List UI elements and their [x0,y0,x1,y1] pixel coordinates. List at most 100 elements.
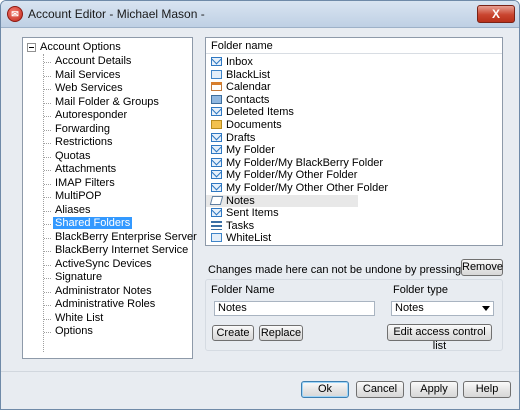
tree-item-mail-services[interactable]: Mail Services [23,69,192,83]
folder-row[interactable]: Tasks [206,220,502,233]
tree-item-label: BlackBerry Enterprise Server [55,230,197,243]
tree-root-account-options[interactable]: Account Options [27,40,121,54]
tree-item-label: Administrative Roles [55,298,156,310]
mail-icon [211,182,222,192]
folder-row[interactable]: Documents [206,119,502,132]
folder-name-text: My Folder/My BlackBerry Folder [226,156,384,169]
remove-button[interactable]: Remove [461,259,503,276]
tree-item-label: BlackBerry Internet Service [55,244,189,256]
mail-icon [211,208,222,218]
column-header-folder-name[interactable]: Folder name [206,38,502,54]
tree-item-white-list[interactable]: White List [23,312,192,326]
folder-name-text: My Folder [226,144,275,157]
tree-item-restrictions[interactable]: Restrictions [23,136,192,150]
tree-item-label: Mail Services [55,68,121,81]
mail-icon [211,132,222,142]
folder-row[interactable]: My Folder/My Other Folder [206,169,502,182]
title-bar[interactable]: ✉ Account Editor - Michael Mason - X [1,1,519,28]
folder-name-text: Calendar [226,81,271,94]
notes-icon [209,195,224,205]
tree-item-shared-folders[interactable]: Shared Folders [23,217,192,231]
tree-item-imap-filters[interactable]: IMAP Filters [23,177,192,191]
tree-item-account-details[interactable]: Account Details [23,55,192,69]
folder-name-text: BlackList [226,68,271,81]
tree-item-label: MultiPOP [55,190,102,202]
folder-name-text: Inbox [226,56,253,68]
tree-item-label: Administrator Notes [55,284,152,297]
tree-item-label: IMAP Filters [55,176,115,189]
folder-row[interactable]: My Folder [206,144,502,157]
tree-item-administrative-roles[interactable]: Administrative Roles [23,298,192,312]
documents-icon [211,119,222,129]
folder-name-text: Contacts [226,93,270,106]
mail-icon [211,57,222,66]
folder-row[interactable]: Drafts [206,132,502,145]
collapse-icon[interactable] [27,42,36,52]
folder-name-text: WhiteList [226,232,272,245]
tree-items: Account Details Mail Services Web Services… [23,55,197,339]
tree-item-blackberry-internet-service[interactable]: BlackBerry Internet Service [23,244,192,258]
tree-item-web-services[interactable]: Web Services [23,82,192,96]
tree-item-attachments[interactable]: Attachments [23,163,192,177]
tree-item-label: Quotas [55,149,91,162]
folder-name-label: Folder Name [211,284,275,296]
tree-item-administrator-notes[interactable]: Administrator Notes [23,285,192,299]
tree-item-label: Web Services [55,82,123,94]
mail-icon [211,107,222,117]
tree-item-label: ActiveSync Devices [55,257,152,270]
folder-row[interactable]: Sent Items [206,207,502,220]
window-title: Account Editor - Michael Mason - [28,7,205,21]
close-button[interactable]: X [477,5,515,23]
tree-item-aliases[interactable]: Aliases [23,204,192,218]
folder-name-text: Documents [226,118,282,131]
folder-type-select[interactable]: Notes [391,301,494,316]
folder-type-label: Folder type [393,284,449,296]
folder-row[interactable]: Contacts [206,94,502,107]
folder-name-text: Sent Items [226,207,279,220]
folder-row[interactable]: Inbox [206,56,502,69]
tree-item-label: Shared Folders [53,217,133,229]
dropdown-arrow-icon [482,306,490,311]
tree-item-activesync-devices[interactable]: ActiveSync Devices [23,258,192,272]
folder-row[interactable]: Calendar [206,81,502,94]
tree-item-multipop[interactable]: MultiPOP [23,190,192,204]
edit-acl-button[interactable]: Edit access control list [387,324,492,352]
tree-item-blackberry-enterprise-server[interactable]: BlackBerry Enterprise Server [23,231,197,245]
folder-name-text: My Folder/My Other Other Folder [226,181,388,194]
ok-button[interactable]: Ok [301,381,349,398]
tasks-icon [211,220,222,230]
tree-item-label: Autoresponder [55,109,128,121]
tree-item-options[interactable]: Options [23,325,192,339]
folder-row[interactable]: BlackList [206,69,502,82]
tree-item-mail-folder-groups[interactable]: Mail Folder & Groups [23,96,192,110]
tree-item-signature[interactable]: Signature [23,271,192,285]
folder-row[interactable]: My Folder/My Other Other Folder [206,182,502,195]
contacts-icon [211,94,222,104]
tree-item-forwarding[interactable]: Forwarding [23,123,192,137]
options-tree[interactable]: Account Options Account Details Mail Serv… [22,37,197,359]
folder-name-input[interactable]: Notes [214,301,375,316]
tree-item-label: Mail Folder & Groups [55,95,159,108]
footer-separator [1,371,519,372]
folder-row[interactable]: Deleted Items [206,106,502,119]
account-editor-window: ✉ Account Editor - Michael Mason - X Acc… [0,0,520,410]
tree-item-label: Signature [55,271,103,283]
folder-name-text: Drafts [226,131,256,144]
folder-list[interactable]: Folder name Inbox BlackList Calendar Contac… [205,37,503,246]
help-button[interactable]: Help [463,381,511,398]
create-button[interactable]: Create [212,325,254,341]
folder-row[interactable]: WhiteList [206,232,502,245]
folder-row[interactable]: My Folder/My BlackBerry Folder [206,157,502,170]
folder-name-text: Deleted Items [226,106,294,119]
tree-item-quotas[interactable]: Quotas [23,150,192,164]
folder-icon [211,233,222,243]
folder-row[interactable]: Notes [206,194,358,208]
folder-rows: Inbox BlackList Calendar Contacts Deleted It… [206,56,502,245]
tree-item-autoresponder[interactable]: Autoresponder [23,109,192,123]
tree-item-label: Options [55,325,93,337]
apply-button[interactable]: Apply [410,381,458,398]
mail-icon [211,157,222,167]
replace-button[interactable]: Replace [259,325,303,341]
cancel-button[interactable]: Cancel [356,381,404,398]
tree-root-label: Account Options [40,41,121,53]
